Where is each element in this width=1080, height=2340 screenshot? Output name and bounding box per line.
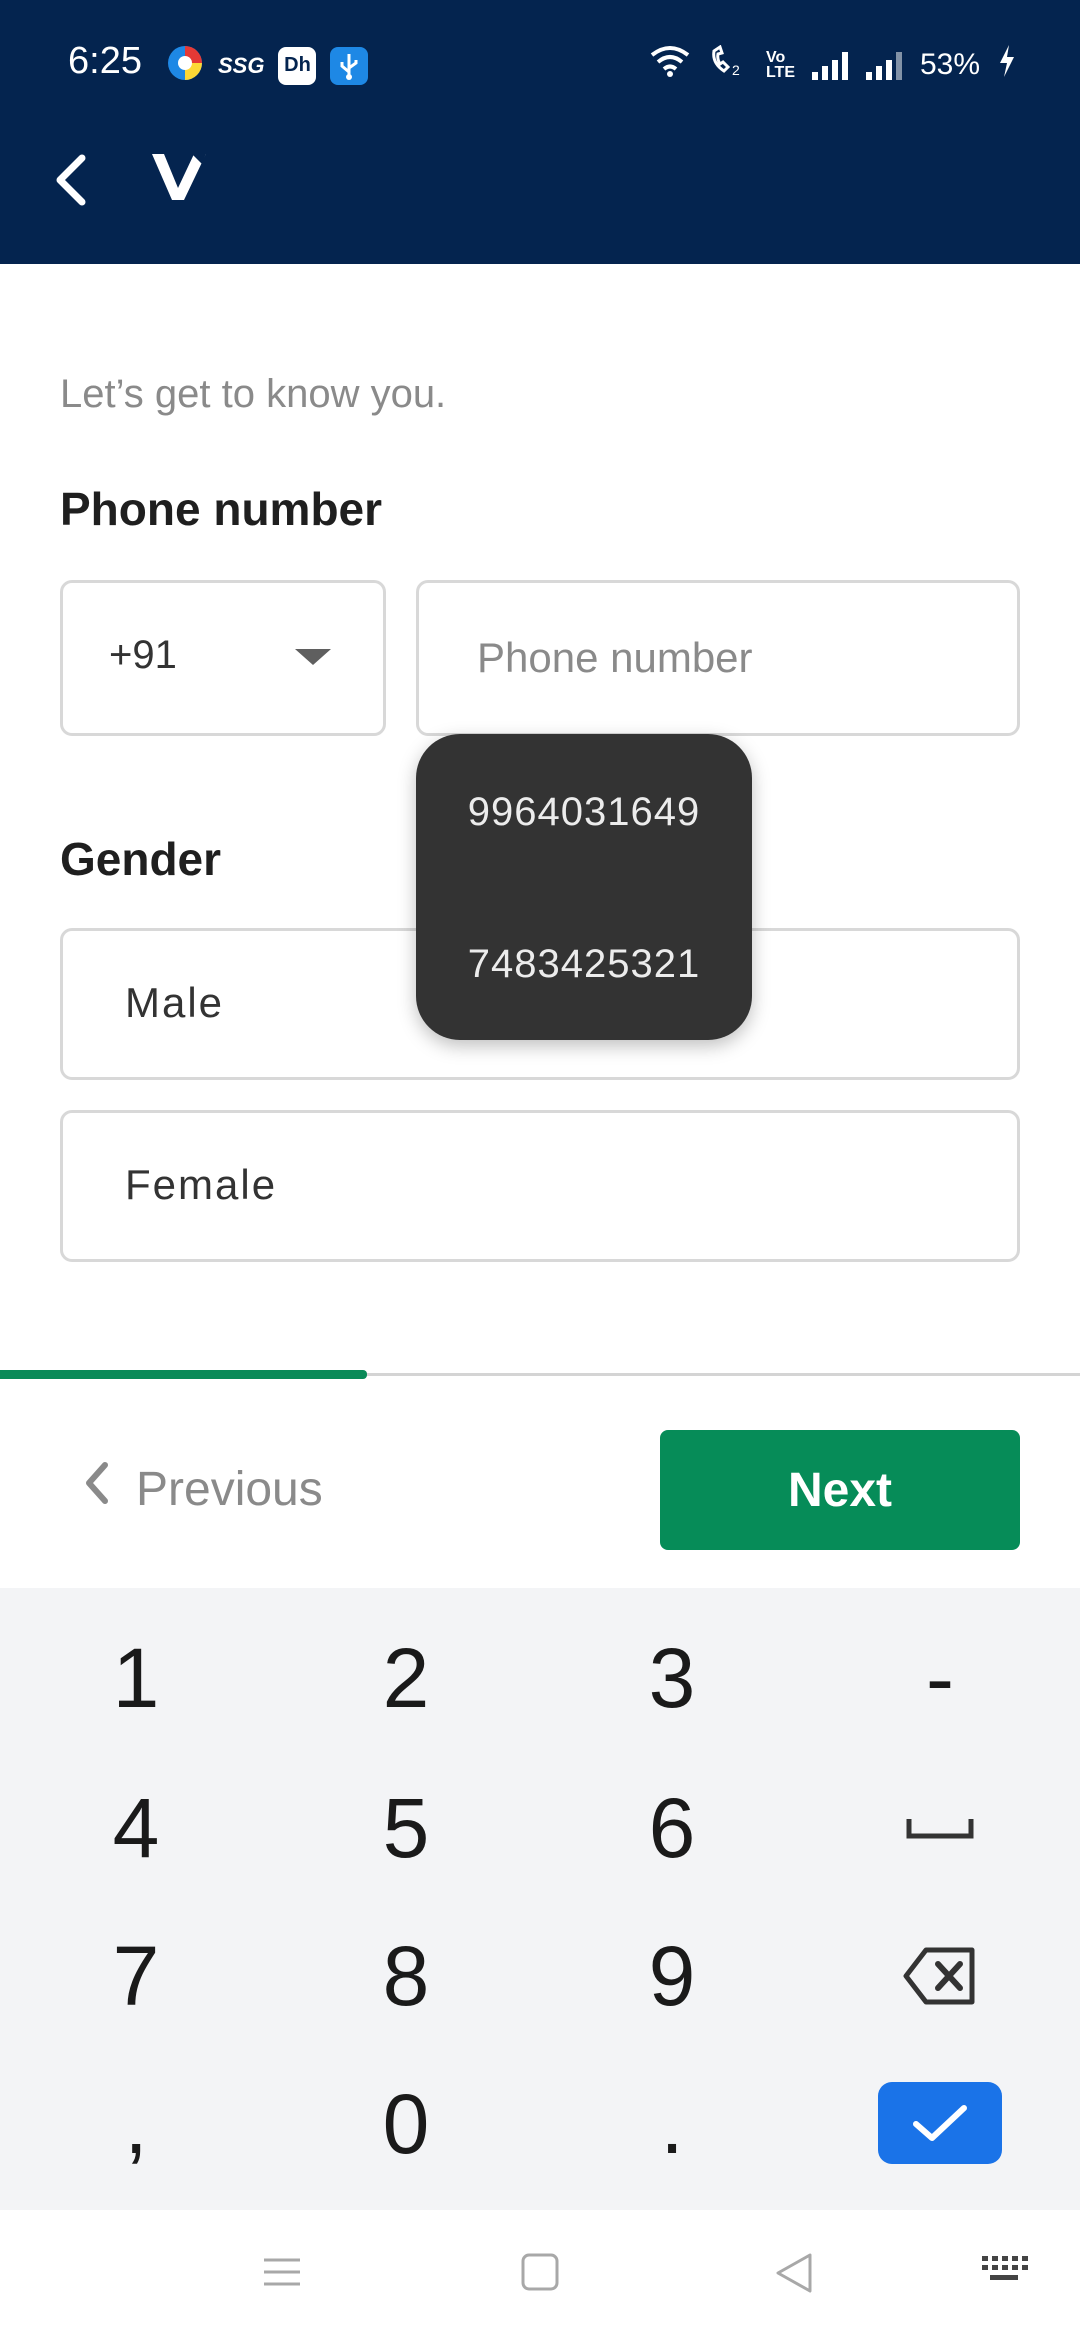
key-0[interactable]: 0 xyxy=(296,2054,516,2194)
key-period[interactable]: . xyxy=(562,2054,782,2194)
key-1[interactable]: 1 xyxy=(26,1608,246,1748)
brand-logo xyxy=(150,150,210,204)
key-backspace[interactable] xyxy=(830,1906,1050,2046)
chevron-left-icon[interactable] xyxy=(52,152,92,208)
key-4[interactable]: 4 xyxy=(26,1758,246,1898)
usb-icon xyxy=(330,46,369,85)
autofill-suggestion-2[interactable]: 7483425321 xyxy=(416,942,752,987)
key-2[interactable]: 2 xyxy=(296,1608,516,1748)
progress-bar xyxy=(0,1370,1080,1379)
system-status-icons: 2 Vo LTE 53% xyxy=(650,44,1016,86)
key-comma[interactable]: , xyxy=(26,2054,246,2194)
next-button[interactable]: Next xyxy=(660,1430,1020,1550)
key-5[interactable]: 5 xyxy=(296,1758,516,1898)
home-square-icon[interactable] xyxy=(520,2252,560,2297)
numeric-keyboard: 1 2 3 - 4 5 6 7 8 9 , 0 . xyxy=(0,1588,1080,2210)
menu-icon[interactable] xyxy=(262,2252,302,2297)
key-dash[interactable]: - xyxy=(830,1608,1050,1748)
gender-option-label: Female xyxy=(125,1161,278,1208)
key-7[interactable]: 7 xyxy=(26,1906,246,2046)
key-9[interactable]: 9 xyxy=(562,1906,782,2046)
dh-app-icon: Dh xyxy=(278,46,317,85)
dropdown-caret-icon xyxy=(295,649,331,665)
key-space[interactable] xyxy=(830,1758,1050,1898)
check-icon xyxy=(913,2105,967,2141)
key-8[interactable]: 8 xyxy=(296,1906,516,2046)
gender-label: Gender xyxy=(60,833,222,885)
country-code-value: +91 xyxy=(109,633,177,677)
system-nav-bar xyxy=(0,2210,1080,2340)
phone-number-field[interactable] xyxy=(416,580,1020,736)
phone-number-input[interactable] xyxy=(419,583,1017,733)
top-bar: 6:25 SSG Dh 2 Vo LTE 53% xyxy=(0,0,1080,264)
ssg-icon: SSG xyxy=(218,52,265,78)
keyboard-icon[interactable] xyxy=(980,2252,1028,2293)
signal-strength-icon xyxy=(811,50,848,80)
battery-percent: 53% xyxy=(919,48,980,81)
autofill-suggestion-1[interactable]: 9964031649 xyxy=(416,790,752,835)
backspace-icon xyxy=(903,1947,975,2005)
country-code-dropdown[interactable]: +91 xyxy=(60,580,386,736)
previous-button-label: Previous xyxy=(136,1462,323,1516)
browser-icon xyxy=(166,44,204,87)
chevron-left-icon xyxy=(84,1461,110,1517)
signal-strength-2-icon xyxy=(865,50,902,80)
key-6[interactable]: 6 xyxy=(562,1758,782,1898)
progress-bar-fill xyxy=(0,1370,368,1379)
previous-button[interactable]: Previous xyxy=(84,1454,323,1524)
autofill-suggestions-popup: 9964031649 7483425321 xyxy=(416,734,752,1040)
key-done[interactable] xyxy=(878,2082,1002,2164)
space-bar-icon xyxy=(906,1819,974,1839)
notification-icons: SSG Dh xyxy=(166,44,369,87)
volte-icon: Vo LTE xyxy=(765,49,795,81)
svg-text:2: 2 xyxy=(732,62,740,77)
key-3[interactable]: 3 xyxy=(562,1608,782,1748)
back-triangle-icon[interactable] xyxy=(774,2252,814,2299)
status-time: 6:25 xyxy=(68,40,142,82)
charging-icon xyxy=(998,44,1016,86)
gender-option-female[interactable]: Female xyxy=(60,1110,1020,1262)
gender-option-label: Male xyxy=(125,979,225,1026)
wifi-icon xyxy=(650,45,690,85)
wifi-calling-icon: 2 xyxy=(708,44,748,85)
form-subtitle: Let’s get to know you. xyxy=(60,372,447,416)
phone-number-label: Phone number xyxy=(60,483,383,535)
